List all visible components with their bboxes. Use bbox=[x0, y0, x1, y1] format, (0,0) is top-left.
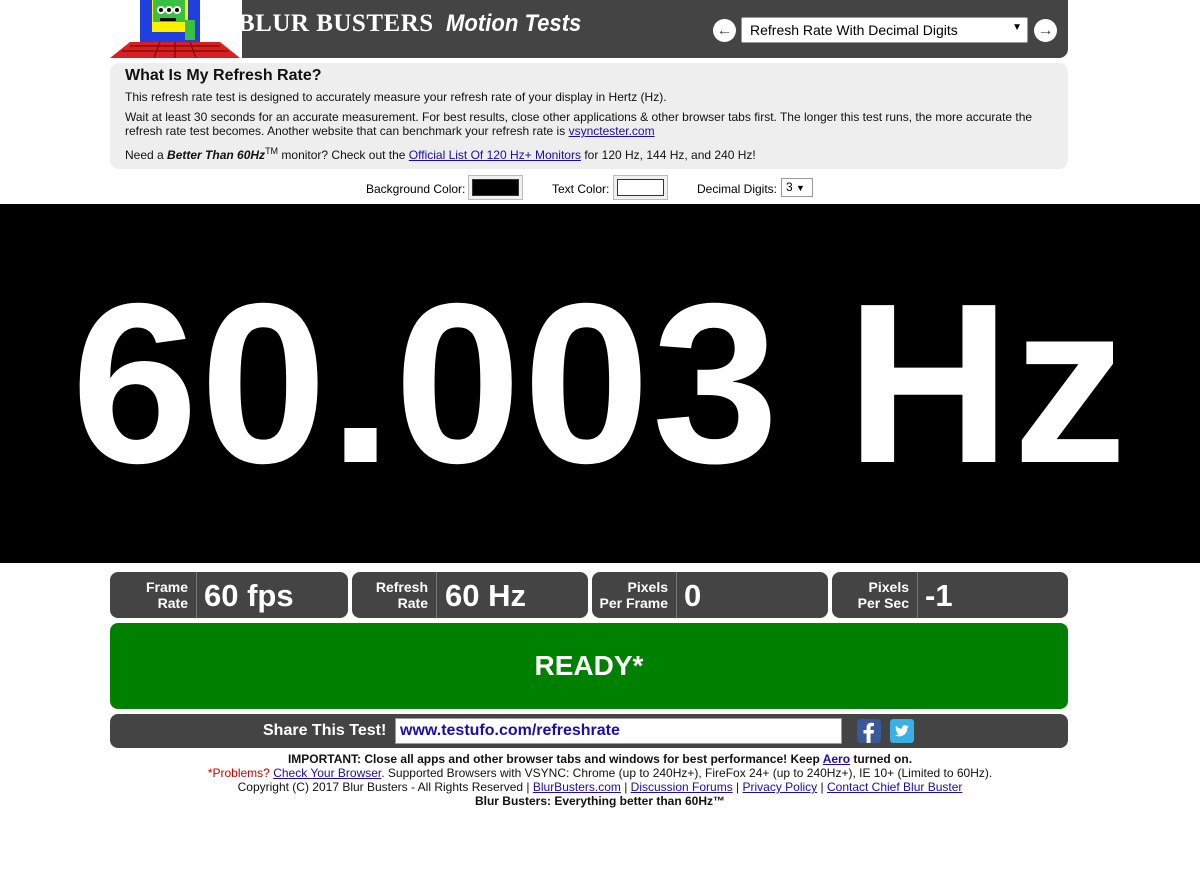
frame-rate-value: 60 fps bbox=[204, 578, 294, 613]
decimal-digits-select[interactable]: 3 ▼ bbox=[781, 178, 813, 197]
brand-name: BLUR BUSTERS bbox=[238, 10, 434, 37]
frame-rate-label-line1: Frame bbox=[145, 579, 188, 595]
better-than-60hz-text: Better Than 60Hz bbox=[167, 148, 266, 162]
display-controls: Background Color: Text Color: Decimal Di… bbox=[0, 174, 1200, 200]
aero-link[interactable]: Aero bbox=[823, 752, 850, 766]
share-bar: Share This Test! www.testufo.com/refresh… bbox=[110, 714, 1068, 748]
chevron-down-icon: ▼ bbox=[1012, 22, 1022, 33]
facebook-icon[interactable] bbox=[857, 719, 881, 743]
share-label: Share This Test! bbox=[263, 722, 387, 739]
important-label: IMPORTANT: bbox=[287, 752, 362, 766]
important-suffix: turned on. bbox=[850, 752, 913, 766]
important-text: Close all apps and other browser tabs an… bbox=[361, 752, 823, 766]
pixels-per-frame-label: Pixels Per Frame bbox=[592, 572, 677, 618]
refresh-rate-stat: Refresh Rate 60 Hz bbox=[352, 572, 588, 618]
problems-text: . Supported Browsers with VSYNC: Chrome … bbox=[381, 766, 993, 780]
decimal-digits-value: 3 bbox=[786, 180, 793, 194]
text-color-label: Text Color: bbox=[552, 182, 610, 196]
text-color-swatch bbox=[617, 179, 664, 196]
info-p3-mid: monitor? Check out the bbox=[278, 148, 409, 162]
pixels-per-sec-label: Pixels Per Sec bbox=[832, 572, 918, 618]
info-paragraph-1: This refresh rate test is designed to ac… bbox=[125, 90, 667, 104]
pixels-per-frame-stat: Pixels Per Frame 0 bbox=[592, 572, 828, 618]
info-paragraph-2: Wait at least 30 seconds for an accurate… bbox=[125, 110, 1053, 138]
background-color-picker[interactable] bbox=[468, 175, 523, 200]
site-title: BLUR BUSTERS Motion Tests bbox=[238, 10, 593, 38]
blurbusters-link[interactable]: BlurBusters.com bbox=[533, 780, 621, 794]
frame-rate-label: Frame Rate bbox=[110, 572, 197, 618]
refresh-rate-display: 60.003 Hz bbox=[0, 204, 1200, 563]
info-title: What Is My Refresh Rate? bbox=[125, 67, 322, 84]
pixels-per-frame-label-line2: Per Frame bbox=[599, 595, 668, 611]
footer-important-line: IMPORTANT: Close all apps and other brow… bbox=[0, 752, 1200, 766]
brand-subtitle: Motion Tests bbox=[446, 10, 582, 37]
frame-rate-stat: Frame Rate 60 fps bbox=[110, 572, 348, 618]
footer-tagline: Blur Busters: Everything better than 60H… bbox=[474, 794, 726, 808]
background-color-label: Background Color: bbox=[366, 182, 466, 196]
test-selector-value: Refresh Rate With Decimal Digits bbox=[750, 22, 958, 38]
site-header: BLUR BUSTERS Motion Tests ← Refresh Rate… bbox=[110, 0, 1068, 58]
vsynctester-link[interactable]: vsynctester.com bbox=[569, 124, 655, 138]
text-color-picker[interactable] bbox=[613, 175, 668, 200]
refresh-rate-label-line2: Rate bbox=[397, 595, 428, 611]
info-p3-suffix: for 120 Hz, 144 Hz, and 240 Hz! bbox=[580, 148, 756, 162]
trademark-mark: TM bbox=[265, 146, 279, 156]
pixels-per-frame-label-line1: Pixels bbox=[627, 579, 668, 595]
info-panel: What Is My Refresh Rate? This refresh ra… bbox=[110, 63, 1068, 169]
decimal-digits-label: Decimal Digits: bbox=[697, 182, 778, 196]
info-paragraph-3: Need a Better Than 60HzTM monitor? Check… bbox=[125, 144, 1053, 162]
footer-copyright-line: Copyright (C) 2017 Blur Busters - All Ri… bbox=[0, 780, 1200, 794]
chevron-down-icon: ▼ bbox=[796, 183, 805, 193]
ufo-mascot-logo[interactable] bbox=[110, 0, 242, 58]
status-banner: READY* bbox=[110, 623, 1068, 709]
check-browser-link[interactable]: Check Your Browser bbox=[273, 766, 381, 780]
pixels-per-frame-value: 0 bbox=[684, 578, 702, 613]
separator: | bbox=[817, 780, 827, 794]
contact-link[interactable]: Contact Chief Blur Buster bbox=[827, 780, 962, 794]
pixels-per-sec-label-line2: Per Sec bbox=[857, 595, 909, 611]
problems-prefix: *Problems? bbox=[207, 766, 274, 780]
page-footer: IMPORTANT: Close all apps and other brow… bbox=[0, 752, 1200, 808]
separator: | bbox=[732, 780, 743, 794]
info-p3-prefix: Need a bbox=[125, 148, 168, 162]
privacy-policy-link[interactable]: Privacy Policy bbox=[743, 780, 818, 794]
refresh-rate-label: Refresh Rate bbox=[352, 572, 437, 618]
test-selector-dropdown[interactable]: Refresh Rate With Decimal Digits ▼ bbox=[741, 17, 1028, 43]
share-url-field[interactable]: www.testufo.com/refreshrate bbox=[395, 718, 842, 744]
refresh-rate-readout: 60.003 Hz bbox=[71, 256, 1129, 511]
separator: | bbox=[620, 780, 631, 794]
refresh-rate-label-line1: Refresh bbox=[375, 579, 428, 595]
copyright-text: Copyright (C) 2017 Blur Busters - All Ri… bbox=[237, 780, 533, 794]
pixels-per-sec-label-line1: Pixels bbox=[868, 579, 909, 595]
frame-rate-label-line2: Rate bbox=[157, 595, 188, 611]
monitor-list-link[interactable]: Official List Of 120 Hz+ Monitors bbox=[409, 148, 581, 162]
refresh-rate-value: 60 Hz bbox=[445, 578, 526, 613]
background-color-swatch bbox=[472, 179, 519, 196]
twitter-icon[interactable] bbox=[890, 719, 914, 743]
next-test-arrow-icon[interactable]: → bbox=[1034, 19, 1057, 42]
discussion-forums-link[interactable]: Discussion Forums bbox=[631, 780, 733, 794]
previous-test-arrow-icon[interactable]: ← bbox=[713, 19, 736, 42]
pixels-per-sec-stat: Pixels Per Sec -1 bbox=[832, 572, 1068, 618]
footer-problems-line: *Problems? Check Your Browser. Supported… bbox=[0, 766, 1200, 780]
pixels-per-sec-value: -1 bbox=[925, 578, 953, 613]
